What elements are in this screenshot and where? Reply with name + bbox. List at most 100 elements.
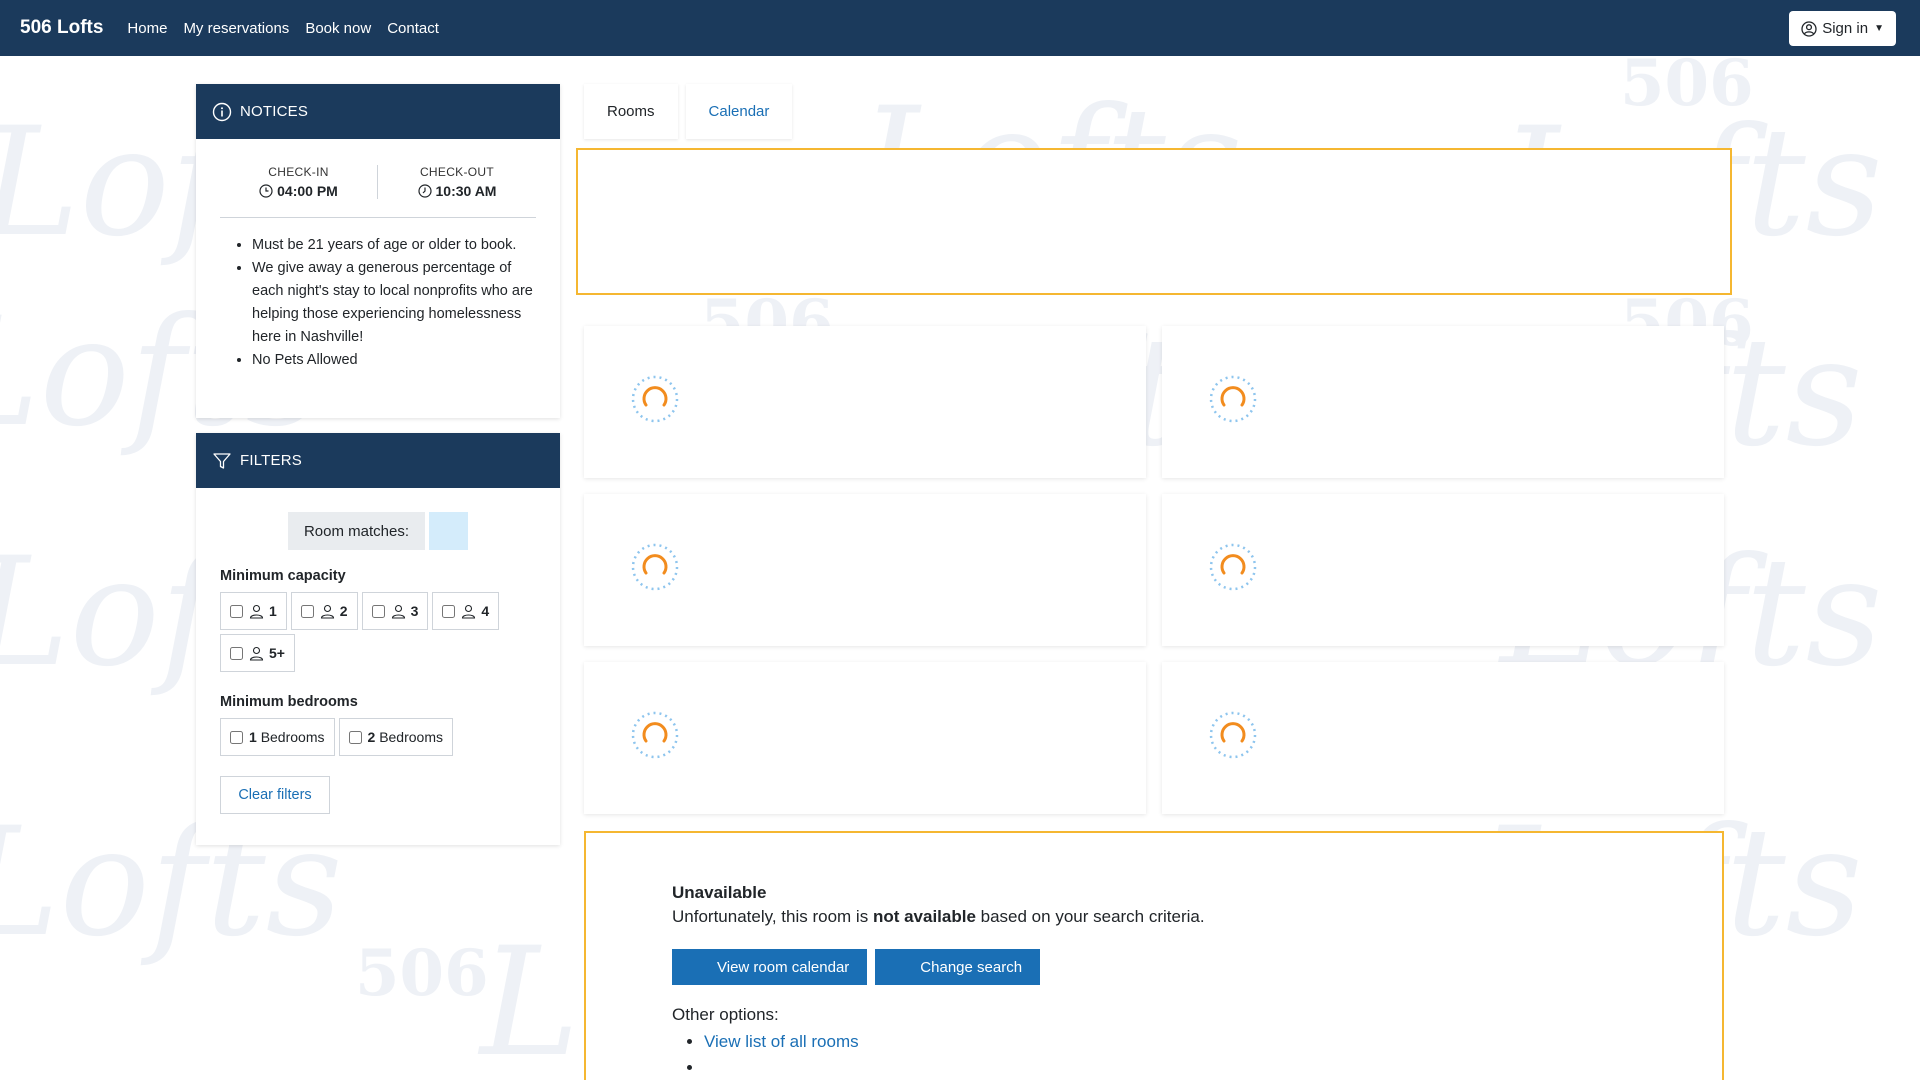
capacity-option-4[interactable]: 4 (432, 592, 500, 630)
check-times: CHECK-IN 04:00 PM CHECK-OUT 10:30 AM (220, 165, 536, 218)
room-card[interactable] (1162, 494, 1724, 646)
person-icon (462, 604, 476, 619)
check-out-value: 10:30 AM (378, 183, 536, 199)
search-alert-box (576, 148, 1732, 295)
check-out-time: 10:30 AM (435, 183, 497, 199)
capacity-option-3[interactable]: 3 (361, 592, 429, 630)
capacity-checkbox[interactable] (371, 604, 385, 618)
room-card[interactable] (1162, 326, 1724, 478)
check-in-block: CHECK-IN 04:00 PM (220, 165, 378, 199)
watermark-number: 506 (355, 936, 489, 1011)
clock-icon (259, 184, 273, 198)
room-card[interactable] (584, 494, 1146, 646)
unavailable-text-bold: not available (872, 907, 976, 926)
capacity-checkbox[interactable] (300, 604, 314, 618)
clear-filters-button[interactable]: Clear filters (220, 776, 330, 814)
room-card[interactable] (584, 326, 1146, 478)
loading-spinner-icon (631, 375, 679, 423)
person-icon (320, 604, 334, 619)
capacity-value: 3 (410, 603, 419, 619)
capacity-option-5-plus[interactable]: 5+ (220, 634, 295, 672)
capacity-option-1[interactable]: 1 (220, 592, 287, 630)
info-icon (212, 102, 232, 121)
unavailable-alert: Unavailable Unfortunately, this room is … (584, 831, 1724, 1080)
view-all-rooms-link[interactable]: View list of all rooms (704, 1032, 859, 1051)
other-options-label: Other options: (672, 1005, 779, 1024)
brand-logo[interactable]: 506 Lofts (20, 17, 103, 39)
bedroom-count: 2 (367, 729, 376, 745)
unavailable-text-before: Unfortunately, this room is (672, 907, 873, 926)
check-out-label: CHECK-OUT (419, 165, 495, 179)
capacity-checkbox[interactable] (442, 604, 456, 618)
sign-in-button[interactable]: Sign in ▼ (1789, 11, 1896, 46)
tab-rooms[interactable]: Rooms (584, 84, 678, 139)
capacity-value: 5+ (269, 645, 285, 661)
nav-link-home[interactable]: Home (127, 20, 167, 37)
loading-spinner-icon (1209, 375, 1257, 423)
bedroom-count: 1 (249, 729, 257, 745)
filters-card: FILTERS Room matches: Minimum capacity 1… (196, 433, 560, 845)
list-item: We give away a generous percentage of ea… (252, 257, 536, 349)
top-navbar: 506 Lofts Home My reservations Book now … (0, 0, 1920, 56)
room-card[interactable] (1162, 662, 1724, 814)
unavailable-text-after: based on your search criteria. (975, 907, 1205, 926)
view-tabs: Rooms Calendar (584, 84, 800, 139)
bedroom-label: Bedrooms (379, 729, 443, 745)
filters-header: FILTERS (196, 433, 560, 488)
list-item: View list of all rooms (704, 1029, 1722, 1055)
person-icon (391, 604, 405, 619)
watermark-number: 506 (1620, 56, 1754, 121)
room-matches: Room matches: (196, 512, 560, 550)
capacity-options: 1 2 3 4 5+ (220, 592, 540, 676)
sign-in-label: Sign in (1822, 20, 1869, 37)
change-search-button[interactable]: Change search (875, 949, 1041, 985)
list-item (704, 1055, 1722, 1080)
room-matches-label: Room matches: (287, 512, 426, 550)
bedroom-options: 1 Bedrooms 2 Bedrooms (220, 718, 540, 760)
tab-calendar[interactable]: Calendar (685, 84, 793, 139)
check-in-value: 04:00 PM (220, 183, 377, 199)
capacity-value: 1 (269, 603, 277, 619)
capacity-value: 4 (481, 603, 490, 619)
nav-link-contact[interactable]: Contact (387, 20, 439, 37)
bedroom-checkbox[interactable] (230, 730, 243, 744)
room-card[interactable] (584, 662, 1146, 814)
unavailable-message: Unfortunately, this room is not availabl… (672, 907, 1722, 927)
min-bedrooms-title: Minimum bedrooms (220, 694, 358, 710)
caret-down-icon: ▼ (1874, 23, 1884, 34)
notices-title: NOTICES (240, 103, 309, 120)
check-in-label: CHECK-IN (268, 165, 329, 179)
other-options-list: View list of all rooms (704, 1029, 1722, 1080)
nav-link-book-now[interactable]: Book now (305, 20, 371, 37)
loading-spinner-icon (631, 711, 679, 759)
bedroom-option-2[interactable]: 2 Bedrooms (338, 718, 453, 756)
capacity-checkbox[interactable] (230, 646, 243, 660)
filter-icon (213, 452, 231, 469)
capacity-checkbox[interactable] (230, 604, 243, 618)
notices-header: NOTICES (196, 84, 560, 139)
nav-link-my-reservations[interactable]: My reservations (183, 20, 289, 37)
check-out-block: CHECK-OUT 10:30 AM (378, 165, 536, 199)
person-icon (249, 604, 264, 619)
room-matches-count (429, 512, 469, 550)
loading-spinner-icon (1209, 543, 1257, 591)
list-item: Must be 21 years of age or older to book… (252, 234, 536, 257)
person-icon (249, 646, 264, 661)
min-capacity-title: Minimum capacity (220, 568, 346, 584)
capacity-value: 2 (339, 603, 348, 619)
bedroom-option-1[interactable]: 1 Bedrooms (220, 718, 335, 756)
clock-icon (417, 184, 432, 198)
notices-card: NOTICES CHECK-IN 04:00 PM CHECK-OUT 10:3… (196, 84, 560, 418)
list-item: No Pets Allowed (252, 349, 536, 372)
bedroom-checkbox[interactable] (348, 730, 362, 744)
capacity-option-2[interactable]: 2 (290, 592, 358, 630)
check-in-time: 04:00 PM (277, 183, 338, 199)
bedroom-label: Bedrooms (260, 729, 325, 745)
unavailable-title: Unavailable (672, 883, 767, 902)
view-room-calendar-button[interactable]: View room calendar (672, 949, 868, 985)
notice-list: Must be 21 years of age or older to book… (252, 234, 536, 372)
loading-spinner-icon (631, 543, 679, 591)
filters-title: FILTERS (240, 452, 302, 469)
user-circle-icon (1801, 20, 1817, 37)
unavailable-actions: View room calendar Change search (672, 949, 1722, 985)
